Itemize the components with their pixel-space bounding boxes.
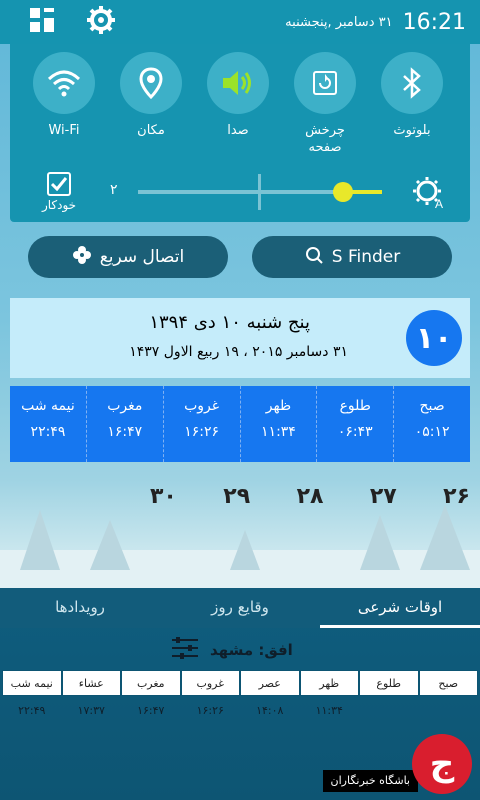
table-time-cell: ۱۷:۳۷: [77, 704, 105, 717]
bluetooth-icon[interactable]: [381, 52, 443, 114]
flower-icon: [72, 245, 92, 270]
sound-icon[interactable]: [207, 52, 269, 114]
toggle-label: مکان: [137, 123, 165, 138]
prayer-times-table: صبح طلوع ظهر عصر غروب مغرب عشاء نیمه شب ۱۱:۳۴ ۱۴…: [2, 670, 478, 717]
prayer-time: ۱۶:۴۷: [107, 424, 143, 440]
slider-tick: [258, 174, 261, 210]
prayer-time: ۱۶:۲۶: [184, 424, 219, 440]
table-time-cell: ۱۶:۲۶: [196, 704, 224, 717]
location-icon[interactable]: [120, 52, 182, 114]
toggle-bluetooth[interactable]: بلوتوث: [372, 52, 452, 156]
auto-brightness-toggle[interactable]: خودکار: [34, 172, 84, 212]
day-number-badge: ۱۰: [406, 310, 462, 366]
prayer-time: ۰۵:۱۲: [414, 424, 450, 440]
prayer-time: ۰۶:۴۳: [337, 424, 373, 440]
table-time-cell: ۱۴:۰۸: [256, 704, 284, 717]
brightness-sun-icon[interactable]: A: [412, 176, 446, 214]
table-time-cell: ۲۲:۴۹: [18, 704, 46, 717]
prayer-time: ۱۱:۳۴: [261, 424, 296, 440]
status-bar: 16:21 ۳۱ دسامبر ,پنجشنبه: [0, 0, 480, 44]
gregorian-hijri-date-line: ۳۱ دسامبر ۲۰۱۵ ، ۱۹ ربیع الاول ۱۴۳۷: [129, 344, 348, 360]
brightness-row: خودکار ۲ A: [10, 172, 470, 216]
horizon-city-label: افق: مشهد: [210, 641, 293, 659]
table-header-cell: طلوع: [359, 670, 419, 696]
table-header-cell: ظهر: [299, 670, 359, 696]
prayer-column: طلوع ۰۶:۴۳: [316, 386, 393, 462]
watermark-text: باشگاه خبرنگاران: [322, 770, 418, 792]
prayer-name: نیمه شب: [21, 398, 75, 414]
table-time-cell: ۱۱:۳۴: [315, 704, 343, 717]
tab-item[interactable]: وقایع روز: [160, 588, 320, 628]
prayer-times-notification[interactable]: صبح ۰۵:۱۲ طلوع ۰۶:۴۳ ظهر ۱۱:۳۴ غروب ۱۶:۲۶ مغرب ۱۶…: [10, 386, 470, 462]
auto-brightness-label: خودکار: [41, 198, 77, 212]
table-time-cell: ۱۶:۴۷: [137, 704, 165, 717]
toggle-label: Wi-Fi: [48, 123, 80, 138]
persian-date-line: پنج شنبه ۱۰ دی ۱۳۹۴: [149, 312, 310, 333]
toggle-sound[interactable]: صدا: [198, 52, 278, 156]
rotate-icon[interactable]: [294, 52, 356, 114]
quick-connect-button[interactable]: اتصال سریع: [28, 236, 228, 278]
table-time-cell: [419, 704, 479, 717]
svg-text:A: A: [435, 197, 443, 210]
tab-item[interactable]: رویدادها: [0, 588, 160, 628]
equalizer-icon[interactable]: [170, 636, 200, 664]
prayer-column: ظهر ۱۱:۳۴: [239, 386, 317, 462]
checkbox-icon[interactable]: [47, 172, 71, 196]
settings-gear-icon[interactable]: [86, 5, 116, 39]
trees-illustration: [0, 505, 480, 590]
search-icon: [304, 245, 324, 270]
prayer-column: صبح ۰۵:۱۲: [393, 386, 470, 462]
toggle-label: صدا: [227, 123, 249, 138]
prayer-name: صبح: [419, 398, 445, 414]
brightness-slider[interactable]: [138, 174, 382, 210]
toggle-label: بلوتوث: [393, 123, 431, 138]
quick-settings-panel: Wi-Fi مکان صدا چرخش صفحه بلوتوث خودکار ۲ A: [10, 44, 470, 222]
prayer-name: مغرب: [107, 398, 143, 414]
table-header-row: صبح طلوع ظهر عصر غروب مغرب عشاء نیمه شب: [2, 670, 478, 696]
wifi-icon[interactable]: [33, 52, 95, 114]
table-header-cell: نیمه شب: [2, 670, 62, 696]
watermark-logo: ج: [412, 734, 472, 794]
prayer-name: ظهر: [265, 398, 292, 414]
table-time-cell: [359, 704, 419, 717]
prayer-time: ۲۲:۴۹: [30, 424, 66, 440]
table-header-cell: غروب: [180, 670, 240, 696]
brightness-value-label: ۲: [110, 182, 118, 198]
tab-item[interactable]: اوقات شرعی: [320, 588, 480, 628]
toggle-location[interactable]: مکان: [111, 52, 191, 156]
date-notification-card[interactable]: ۱۰ پنج شنبه ۱۰ دی ۱۳۹۴ ۳۱ دسامبر ۲۰۱۵ ، …: [10, 298, 470, 378]
prayer-name: طلوع: [339, 398, 371, 414]
prayer-column: غروب ۱۶:۲۶: [162, 386, 240, 462]
slider-knob[interactable]: [332, 182, 353, 202]
table-time-row: ۱۱:۳۴ ۱۴:۰۸ ۱۶:۲۶ ۱۶:۴۷ ۱۷:۳۷ ۲۲:۴۹: [2, 696, 478, 717]
table-header-cell: مغرب: [121, 670, 181, 696]
sfinder-button[interactable]: S Finder: [252, 236, 452, 278]
toggle-label: چرخش صفحه: [305, 123, 345, 155]
table-header-cell: عصر: [240, 670, 300, 696]
grid-icon[interactable]: [28, 6, 56, 38]
horizon-row: افق: مشهد: [170, 636, 293, 664]
clock-date: ۳۱ دسامبر ,پنجشنبه: [285, 14, 393, 30]
panel-buttons: اتصال سریع S Finder: [28, 236, 452, 278]
toggle-wifi[interactable]: Wi-Fi: [24, 52, 104, 156]
prayer-column: مغرب ۱۶:۴۷: [85, 386, 163, 462]
table-header-cell: صبح: [418, 670, 478, 696]
sfinder-label: S Finder: [331, 247, 401, 267]
tab-bar: اوقات شرعی وقایع روز رویدادها: [0, 588, 480, 628]
prayer-name: غروب: [184, 398, 220, 414]
quick-connect-label: اتصال سریع: [99, 247, 185, 267]
table-header-cell: عشاء: [61, 670, 121, 696]
prayer-column: نیمه شب ۲۲:۴۹: [10, 386, 86, 462]
toggle-rotate[interactable]: چرخش صفحه: [285, 52, 365, 156]
clock-time: 16:21: [402, 9, 466, 35]
